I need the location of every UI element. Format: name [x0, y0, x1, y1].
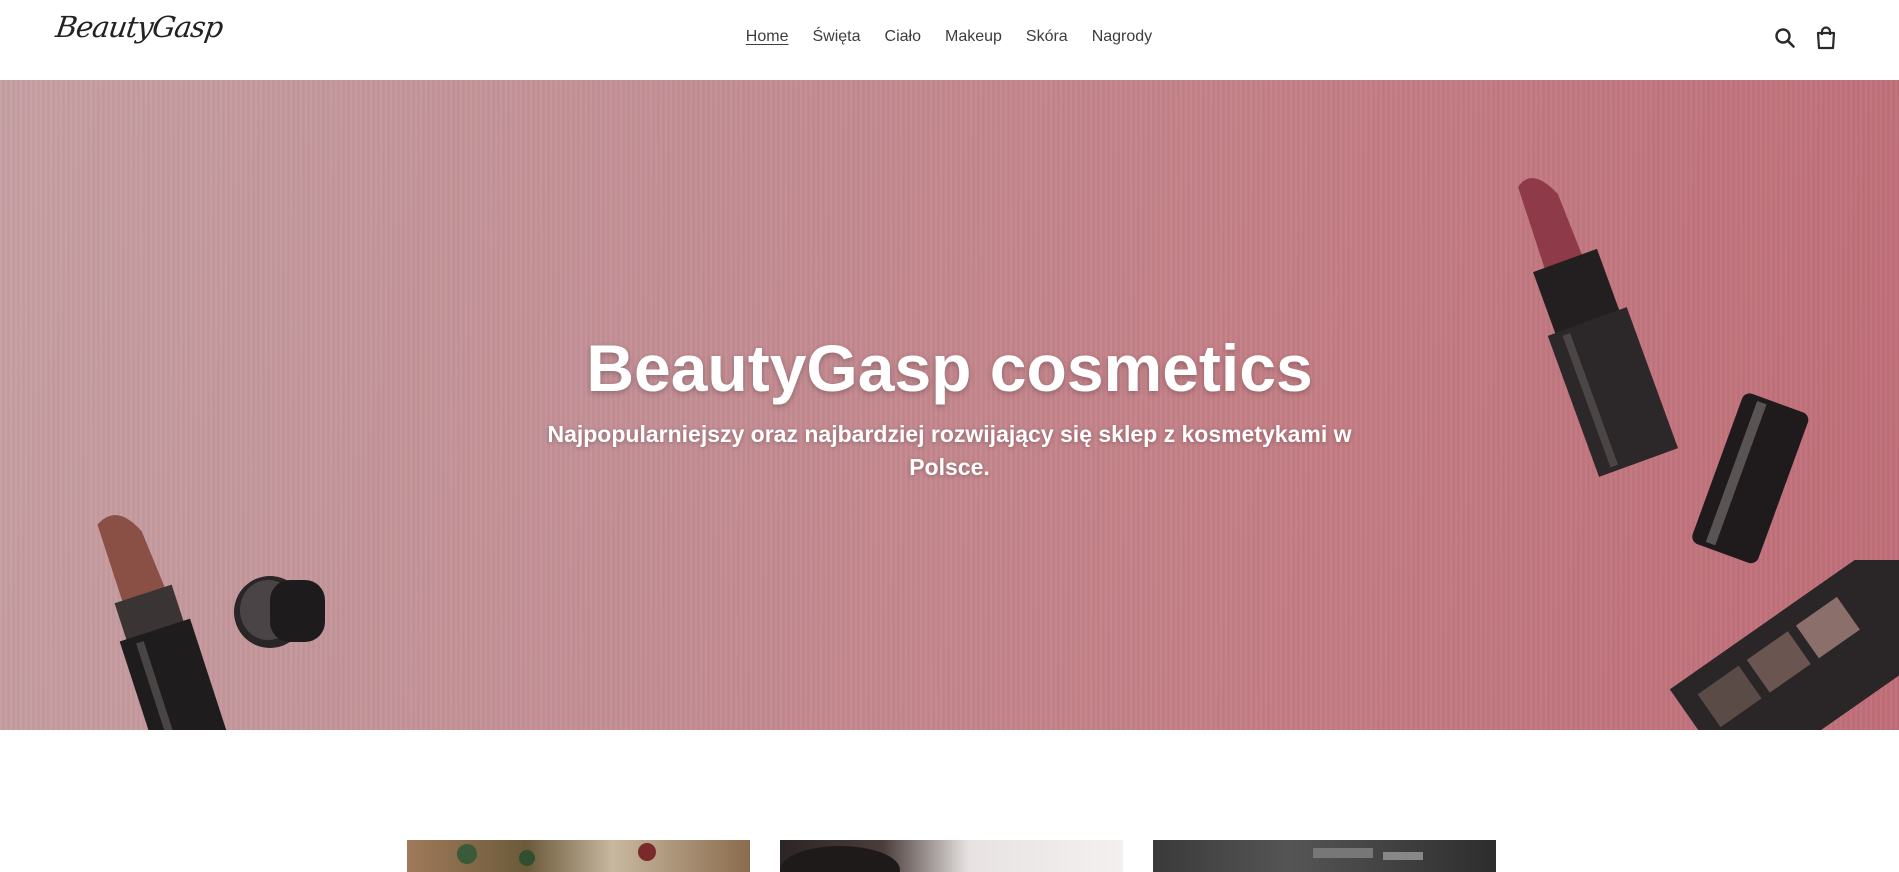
eyeshadow-palette-image	[1669, 560, 1899, 730]
search-icon[interactable]	[1771, 24, 1799, 52]
nav-skora[interactable]: Skóra	[1014, 27, 1080, 47]
nav-nagrody[interactable]: Nagrody	[1080, 27, 1164, 47]
cart-icon[interactable]	[1812, 24, 1840, 52]
main-nav: Home Święta Ciało Makeup Skóra Nagrody	[0, 0, 1899, 74]
site-header: BeautyGasp Home Święta Ciało Makeup Skór…	[0, 0, 1899, 81]
collection-tile-makeup[interactable]	[780, 840, 1123, 872]
hero-subtitle: Najpopularniejszy oraz najbardziej rozwi…	[547, 421, 1352, 480]
collection-tile-brushes[interactable]	[1153, 840, 1496, 872]
makeup-brushes-image	[1313, 848, 1423, 860]
collection-tiles	[0, 840, 1899, 872]
hero-text-block: BeautyGasp cosmetics Najpopularniejszy o…	[0, 328, 1899, 484]
nav-makeup[interactable]: Makeup	[933, 27, 1014, 47]
hero-title: BeautyGasp cosmetics	[586, 331, 1313, 405]
collection-tile-holiday[interactable]	[407, 840, 750, 872]
site-logo[interactable]: BeautyGasp	[54, 10, 225, 44]
nav-home[interactable]: Home	[734, 27, 801, 47]
hero-banner: BeautyGasp cosmetics Najpopularniejszy o…	[0, 80, 1899, 730]
lipstick-cap-image	[234, 576, 325, 648]
nav-cialo[interactable]: Ciało	[873, 27, 933, 47]
holiday-gifts-image	[457, 843, 656, 866]
portrait-image	[780, 846, 900, 872]
nav-swieta[interactable]: Święta	[800, 27, 872, 47]
